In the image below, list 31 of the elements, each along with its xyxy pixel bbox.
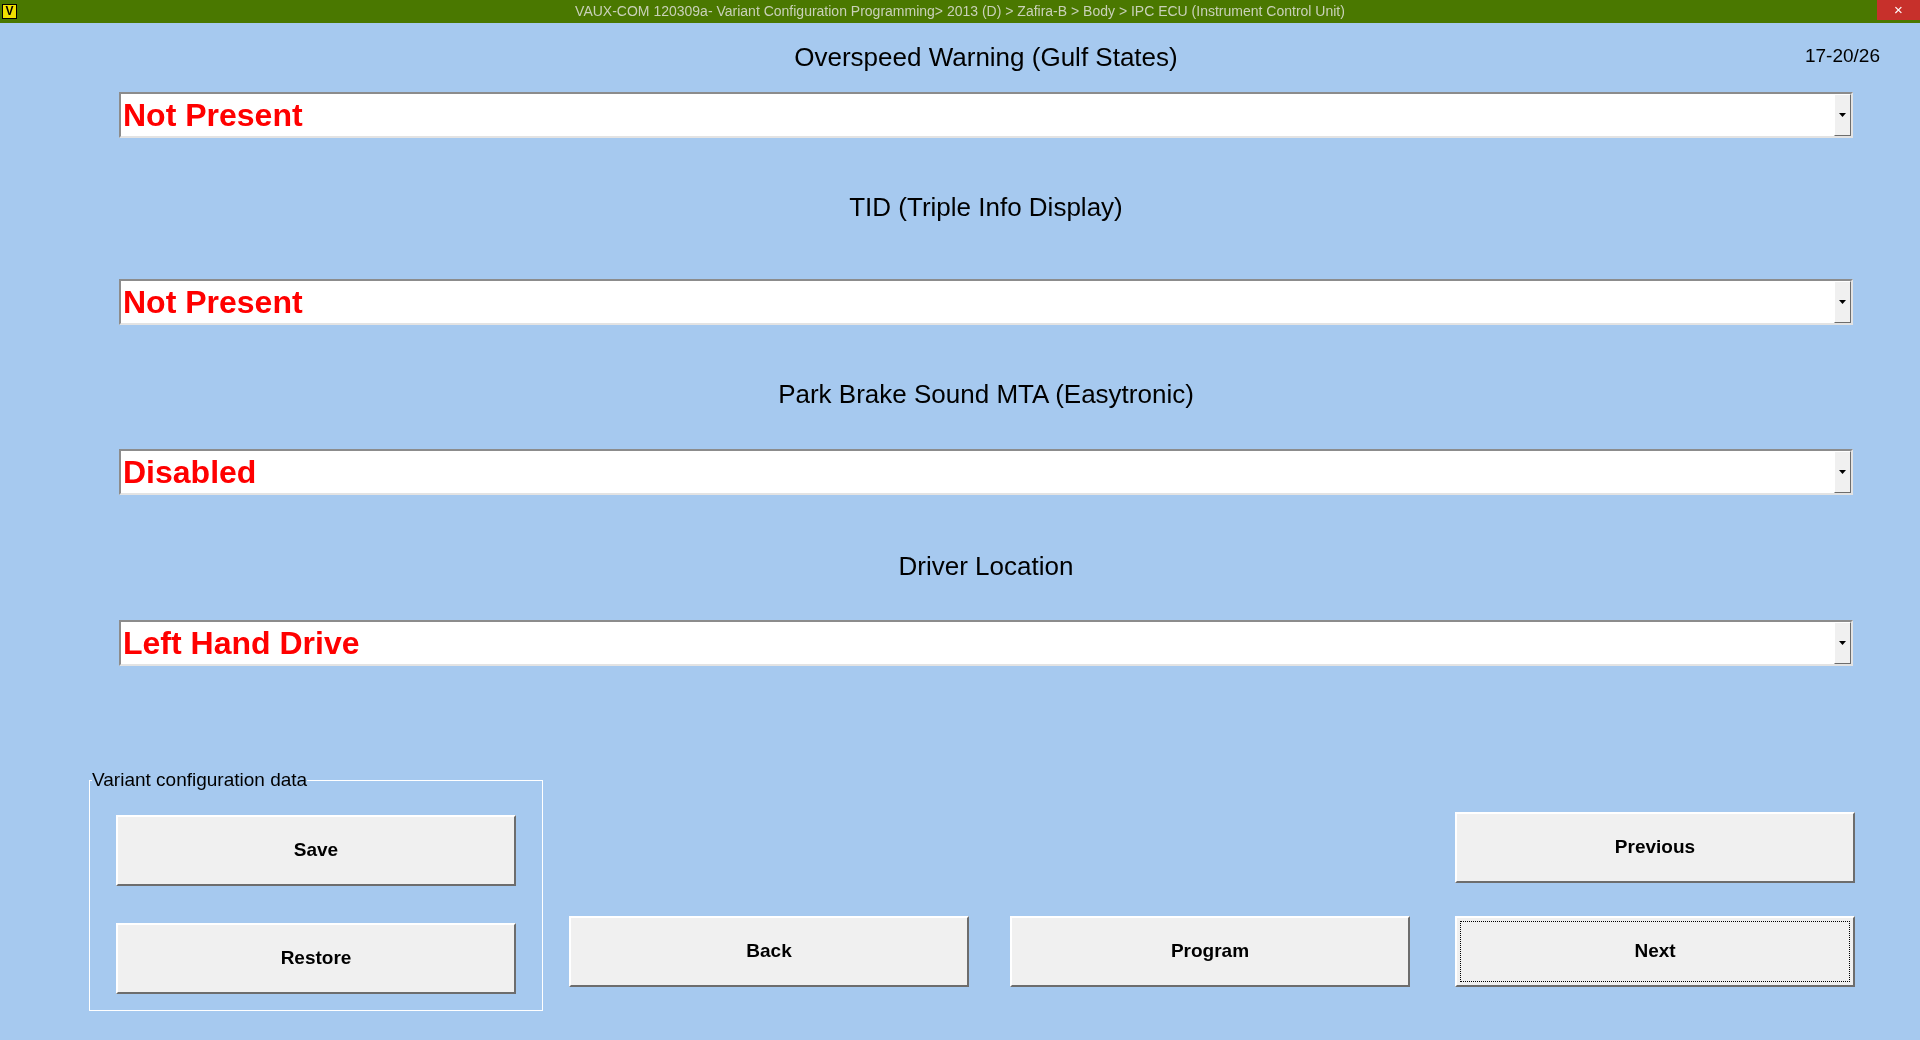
dropdown-value: Not Present [122, 283, 304, 322]
dropdown[interactable]: Not Present [119, 92, 1853, 138]
button[interactable]: Next [1455, 916, 1855, 987]
field-label: Park Brake Sound MTA (Easytronic) [778, 378, 1194, 410]
dropdown-button[interactable] [1834, 622, 1851, 664]
dropdown-value: Disabled [122, 453, 258, 492]
button[interactable]: Restore [116, 922, 516, 994]
field-label: TID (Triple Info Display) [849, 191, 1123, 223]
page-counter: 17-20/26 [1805, 44, 1880, 68]
dropdown-button[interactable] [1834, 281, 1851, 323]
dropdown-button[interactable] [1834, 94, 1851, 136]
dropdown[interactable]: Not Present [119, 279, 1853, 325]
button[interactable]: Back [569, 916, 969, 987]
caret-icon [1839, 641, 1846, 645]
caret-icon [1839, 113, 1846, 117]
button[interactable]: Previous [1455, 812, 1855, 883]
button[interactable]: Save [116, 814, 516, 886]
dropdown-value: Left Hand Drive [122, 624, 361, 663]
dropdown[interactable]: Left Hand Drive [119, 620, 1853, 666]
button[interactable]: Program [1010, 916, 1410, 987]
field-label: Overspeed Warning (Gulf States) [794, 41, 1178, 73]
dropdown-value: Not Present [122, 96, 304, 135]
dropdown-button[interactable] [1834, 451, 1851, 493]
window-title: VAUX-COM 120309a- Variant Configuration Programming> 2013 (D) > Zafira-B > Body > IPC ECU (Instrument Control Unit) [575, 2, 1345, 21]
close-button[interactable]: × [1877, 0, 1920, 20]
caret-icon [1839, 300, 1846, 304]
dropdown[interactable]: Disabled [119, 449, 1853, 495]
app-logo: V [2, 4, 17, 19]
caret-icon [1839, 470, 1846, 474]
group-legend: Variant configuration data [92, 766, 308, 795]
field-label: Driver Location [898, 550, 1074, 582]
